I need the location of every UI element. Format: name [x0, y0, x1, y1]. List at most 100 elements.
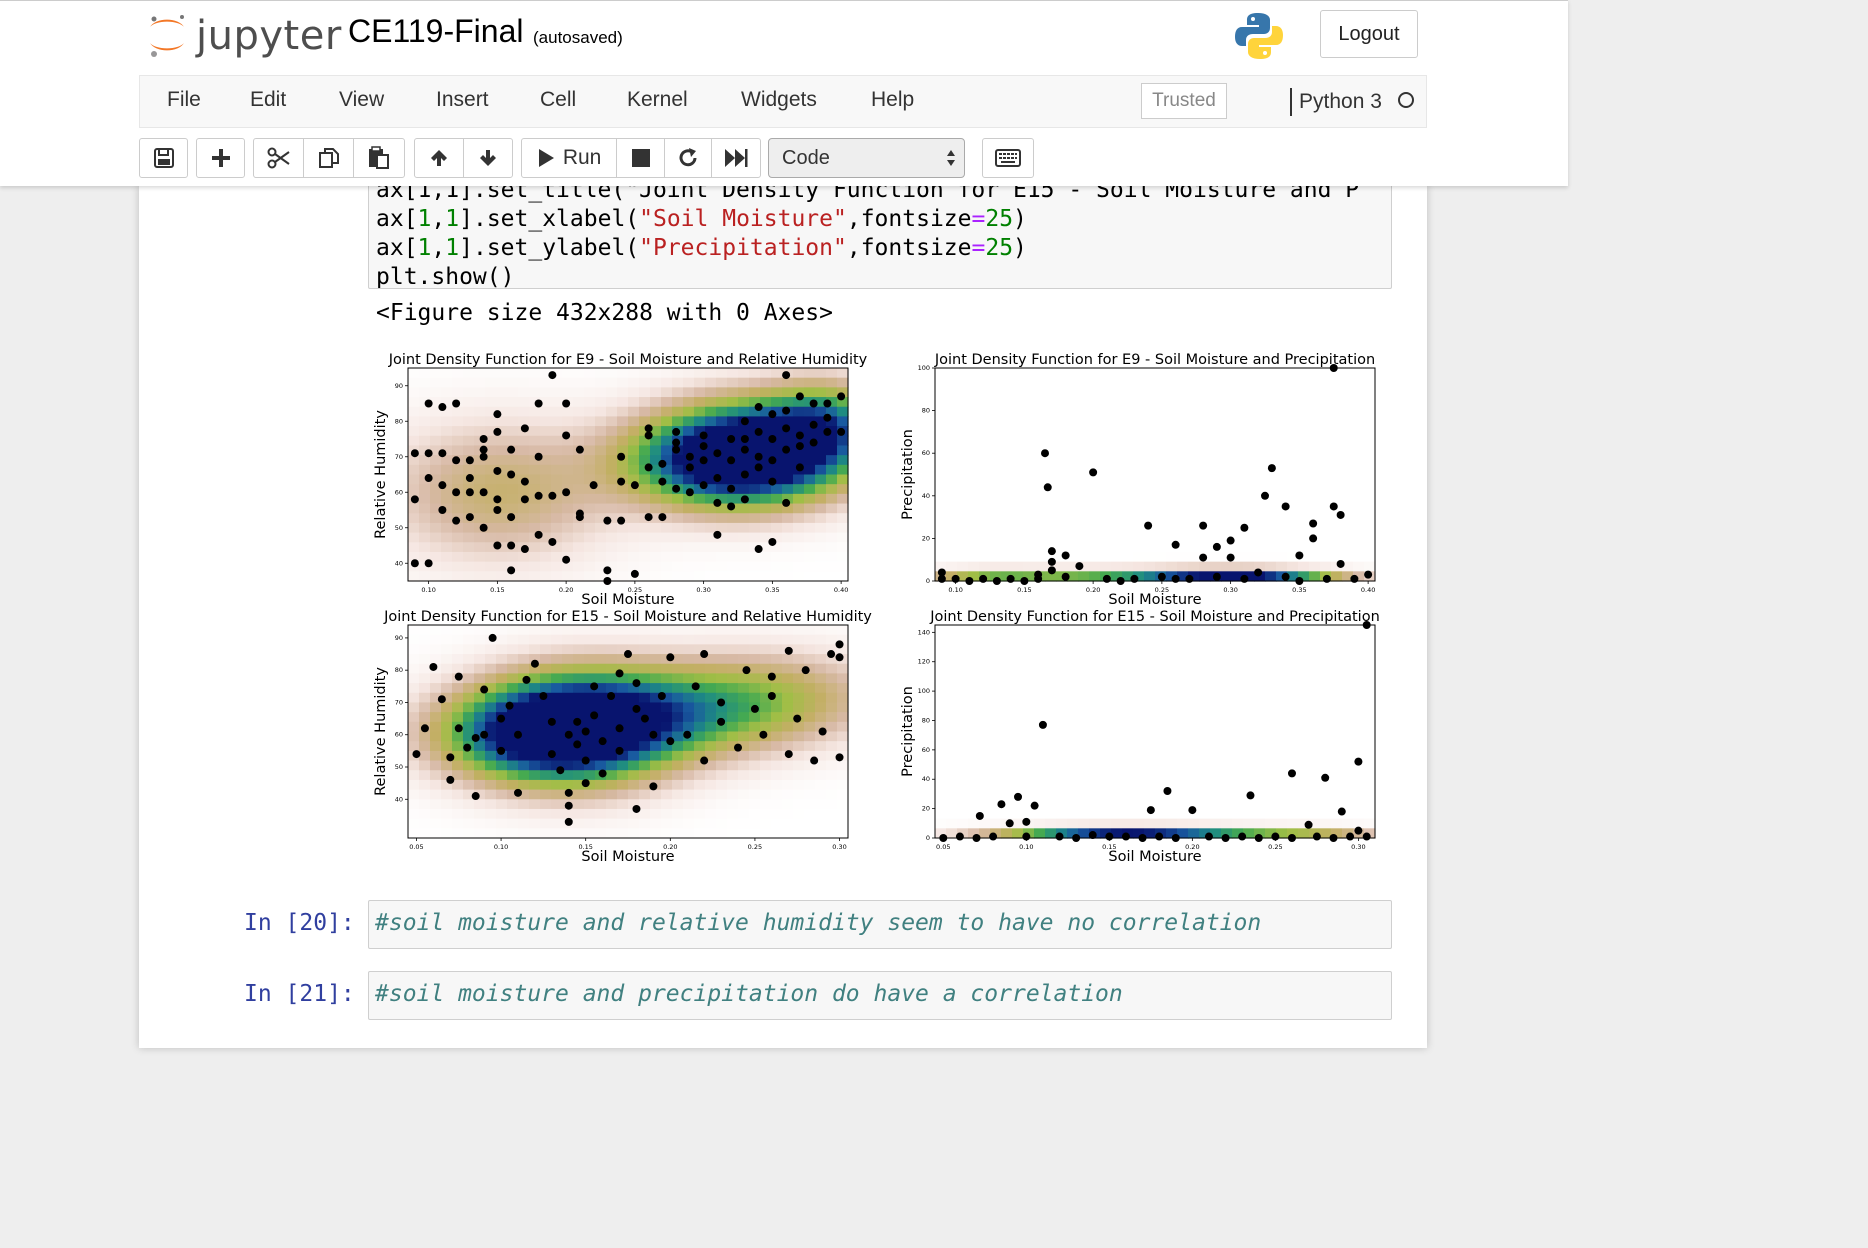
data-point — [767, 692, 776, 700]
density-cell — [793, 513, 805, 524]
density-cell — [518, 634, 530, 645]
density-cell — [496, 522, 508, 534]
density-cell — [727, 799, 739, 810]
density-cell — [990, 644, 1002, 655]
density-cell — [683, 513, 695, 524]
density-cell — [1155, 561, 1167, 572]
density-cell — [441, 808, 453, 820]
menu-file[interactable]: File — [167, 88, 201, 112]
density-cell — [430, 712, 442, 723]
density-cell — [1265, 741, 1277, 752]
data-point — [1354, 826, 1363, 835]
data-point — [1238, 832, 1247, 841]
menu-widgets[interactable]: Widgets — [741, 88, 817, 112]
density-cell — [1144, 673, 1156, 684]
density-cell — [562, 634, 574, 645]
density-cell — [661, 828, 673, 839]
density-cell — [1078, 493, 1090, 505]
density-cell — [485, 779, 497, 791]
density-cell — [507, 484, 519, 495]
density-cell — [518, 445, 530, 456]
density-cell — [683, 368, 695, 379]
run-button[interactable]: Run — [522, 139, 618, 177]
data-point — [573, 740, 582, 749]
density-cell — [672, 770, 684, 781]
save-button[interactable] — [139, 138, 188, 178]
density-cell — [672, 397, 684, 408]
density-cell — [1023, 377, 1035, 388]
data-point — [1199, 521, 1208, 530]
density-cell — [1133, 741, 1145, 752]
menu-help[interactable]: Help — [871, 88, 914, 112]
density-cell — [694, 532, 706, 543]
kernel-name[interactable]: Python 3 — [1290, 88, 1382, 116]
density-cell — [760, 522, 772, 534]
data-point — [632, 704, 641, 713]
menu-view[interactable]: View — [339, 88, 384, 112]
density-cell — [946, 644, 958, 655]
run-all-button[interactable] — [712, 139, 760, 177]
paste-button[interactable] — [354, 139, 404, 177]
keyboard-shortcuts-button[interactable] — [982, 138, 1034, 178]
menu-insert[interactable]: Insert — [436, 88, 489, 112]
jupyter-logo[interactable]: jupyter — [144, 9, 341, 61]
density-cell — [650, 654, 662, 665]
density-cell — [1254, 663, 1266, 675]
density-cell — [1309, 779, 1321, 791]
density-cell — [1232, 789, 1244, 800]
code-cell[interactable]: ax[1,1].set_title("Joint Density Functio… — [368, 185, 1392, 289]
density-cell — [518, 721, 530, 733]
density-cell — [1364, 513, 1376, 524]
density-cell — [419, 654, 431, 665]
density-cell — [1276, 634, 1288, 645]
density-cell — [1023, 464, 1035, 476]
trusted-indicator[interactable]: Trusted — [1141, 83, 1227, 119]
density-cell — [617, 561, 629, 572]
menu-cell[interactable]: Cell — [540, 88, 576, 112]
insert-cell-button[interactable] — [196, 138, 245, 178]
density-cell — [957, 799, 969, 810]
density-cell — [639, 828, 651, 839]
density-cell — [1364, 731, 1376, 742]
density-cell — [1100, 542, 1112, 553]
density-cell — [1331, 789, 1343, 800]
density-cell — [968, 779, 980, 791]
density-cell — [1243, 474, 1255, 485]
data-point — [683, 730, 692, 739]
comment-cell[interactable]: #soil moisture and relative humidity see… — [368, 900, 1392, 949]
interrupt-button[interactable] — [617, 139, 665, 177]
density-cell — [738, 532, 750, 543]
menu-kernel[interactable]: Kernel — [627, 88, 688, 112]
density-cell — [595, 808, 607, 820]
cut-button[interactable] — [254, 139, 304, 177]
density-cell — [661, 426, 673, 437]
cell-type-select[interactable]: Code — [768, 138, 965, 178]
density-cell — [672, 406, 684, 418]
move-up-button[interactable] — [415, 139, 464, 177]
density-cell — [738, 808, 750, 820]
density-cell — [628, 625, 640, 636]
menu-edit[interactable]: Edit — [250, 88, 286, 112]
restart-button[interactable] — [665, 139, 713, 177]
density-cell — [551, 377, 563, 388]
comment-cell[interactable]: #soil moisture and precipitation do have… — [368, 971, 1392, 1020]
logout-button[interactable]: Logout — [1320, 10, 1418, 58]
data-point — [598, 769, 607, 778]
density-cell — [419, 634, 431, 645]
density-cell — [584, 406, 596, 418]
density-cell — [1023, 551, 1035, 563]
density-cell — [1199, 712, 1211, 723]
density-cell — [1089, 654, 1101, 665]
density-cell — [639, 721, 651, 733]
density-cell — [1243, 484, 1255, 495]
density-cell — [562, 571, 574, 582]
notebook-name[interactable]: CE119-Final — [348, 13, 523, 50]
density-cell — [705, 779, 717, 791]
move-down-button[interactable] — [464, 139, 513, 177]
copy-button[interactable] — [304, 139, 354, 177]
density-cell — [749, 644, 761, 655]
density-cell — [1188, 484, 1200, 495]
density-cell — [606, 799, 618, 810]
density-cell — [507, 532, 519, 543]
density-cell — [1144, 779, 1156, 791]
